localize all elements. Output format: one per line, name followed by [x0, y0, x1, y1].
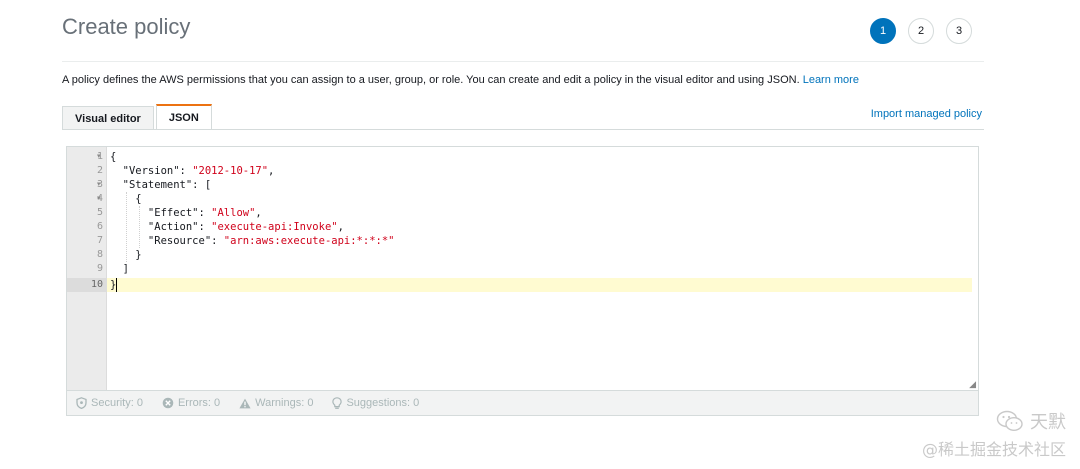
tab-visual-editor[interactable]: Visual editor: [62, 106, 154, 130]
step-1[interactable]: 1: [870, 18, 896, 44]
page-title: Create policy: [62, 14, 191, 39]
json-string-value: "2012-10-17": [192, 165, 269, 177]
line-number: 9: [96, 263, 103, 274]
error-icon: [162, 397, 174, 409]
line-number-current: 10: [67, 278, 106, 292]
policy-description: A policy defines the AWS permissions tha…: [62, 74, 859, 86]
code-line: "Resource": "arn:aws:execute-api:*:*:*": [110, 235, 395, 247]
learn-more-link[interactable]: Learn more: [803, 74, 859, 86]
line-number: 7: [96, 235, 103, 246]
json-string-value: "arn:aws:execute-api:*:*:*": [223, 235, 395, 247]
resize-handle-icon[interactable]: ◢: [969, 380, 976, 389]
watermark: 天默 @稀土掘金技术社区: [922, 408, 1066, 460]
shield-icon: [76, 397, 87, 409]
code-line: ]: [110, 263, 129, 275]
header-divider: [62, 61, 984, 62]
json-string-value: "execute-api:Invoke": [211, 221, 338, 233]
line-number: 8: [96, 249, 103, 260]
editor-tabs: Visual editor JSON: [62, 104, 212, 130]
watermark-bottom-text: @稀土掘金技术社区: [921, 440, 1066, 459]
lightbulb-icon: [332, 396, 343, 409]
code-line: }: [110, 249, 142, 261]
step-2[interactable]: 2: [908, 18, 934, 44]
code-line: "Effect": "Allow",: [110, 207, 262, 219]
active-line-highlight: [107, 278, 972, 292]
code-line: "Action": "execute-api:Invoke",: [110, 221, 344, 233]
security-count: Security: 0: [91, 397, 143, 409]
code-line: {: [110, 193, 142, 205]
step-indicator: 1 2 3: [870, 18, 972, 44]
warnings-count: Warnings: 0: [255, 397, 314, 409]
code-area[interactable]: { "Version": "2012-10-17", "Statement": …: [107, 147, 978, 391]
import-managed-policy-link[interactable]: Import managed policy: [871, 108, 982, 120]
warning-icon: [239, 398, 251, 408]
fold-arrow-icon[interactable]: ▾: [97, 150, 101, 164]
suggestions-count: Suggestions: 0: [346, 397, 420, 409]
security-status[interactable]: Security: 0: [76, 397, 143, 409]
errors-count: Errors: 0: [177, 397, 221, 409]
line-number: 5: [96, 207, 103, 218]
tabs-divider: [62, 129, 984, 130]
json-editor[interactable]: 1 2 3 4 5 6 7 8 9 10 ▾ ▾ ▾ { "Version": …: [66, 146, 979, 416]
json-string-value: "Allow": [211, 207, 256, 219]
tab-json[interactable]: JSON: [155, 104, 212, 130]
suggestions-status[interactable]: Suggestions: 0: [332, 396, 420, 410]
validation-status-bar: Security: 0 Errors: 0 Warnings: 0 Sugges…: [67, 390, 978, 415]
description-text: A policy defines the AWS permissions tha…: [62, 74, 800, 86]
line-number: 6: [96, 221, 103, 232]
line-number-gutter: 1 2 3 4 5 6 7 8 9 10 ▾ ▾ ▾: [67, 147, 107, 391]
text-cursor: [116, 278, 117, 292]
line-number: 2: [96, 165, 103, 176]
code-line: {: [110, 151, 117, 163]
fold-arrow-icon[interactable]: ▾: [97, 178, 101, 192]
wechat-icon: [996, 410, 1023, 432]
fold-arrow-icon[interactable]: ▾: [97, 192, 101, 206]
errors-status[interactable]: Errors: 0: [162, 397, 220, 409]
code-line: "Statement": [: [110, 179, 212, 191]
warnings-status[interactable]: Warnings: 0: [239, 397, 313, 409]
watermark-top-text: 天默: [1030, 412, 1066, 433]
code-line: "Version": "2012-10-17",: [110, 165, 275, 177]
step-3[interactable]: 3: [946, 18, 972, 44]
